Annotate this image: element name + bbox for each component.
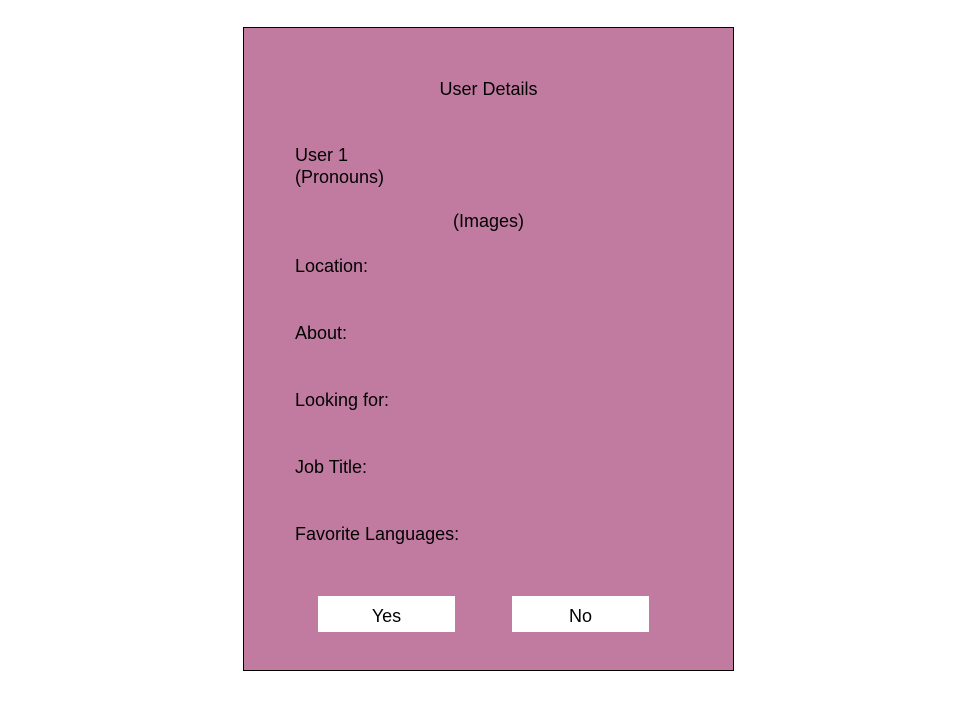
no-button[interactable]: No — [512, 596, 649, 632]
yes-button[interactable]: Yes — [318, 596, 455, 632]
page-title: User Details — [439, 79, 538, 99]
job-title-label: Job Title: — [295, 457, 368, 477]
location-label: Location: — [295, 256, 369, 276]
looking-for-label: Looking for: — [295, 390, 390, 410]
user-name: User 1 — [295, 145, 349, 165]
user-identity: User 1 (Pronouns) — [295, 144, 384, 188]
favorite-languages-label: Favorite Languages: — [295, 524, 460, 544]
images-placeholder: (Images) — [453, 211, 525, 231]
user-pronouns: (Pronouns) — [295, 167, 385, 187]
user-details-card: User Details User 1 (Pronouns) (Images) … — [243, 27, 734, 671]
about-label: About: — [295, 323, 348, 343]
